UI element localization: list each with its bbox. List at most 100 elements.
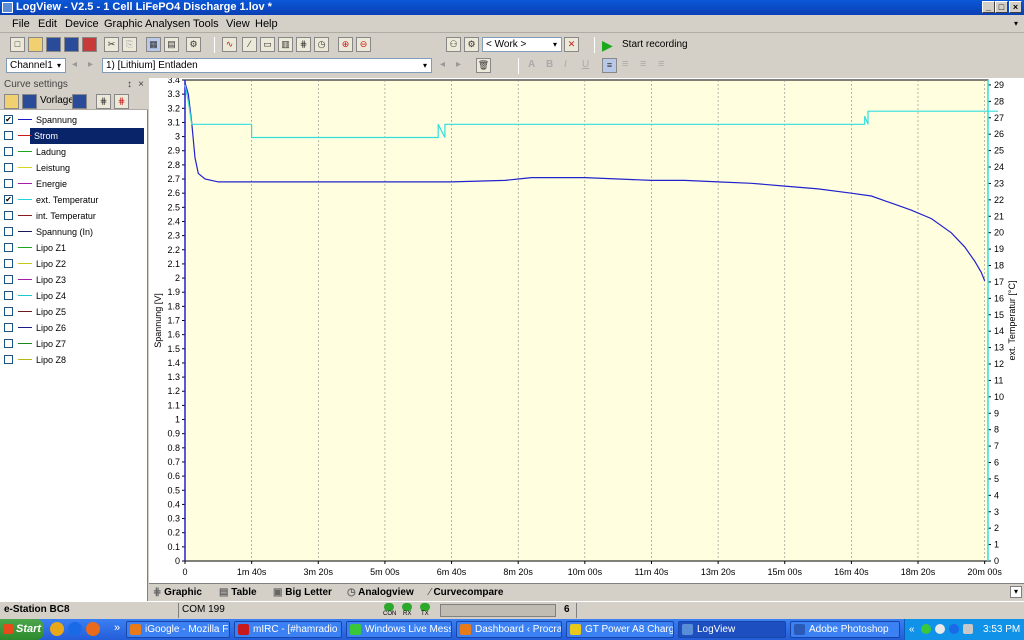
taskbar-button[interactable]: LogView [678, 621, 786, 638]
save-template-icon[interactable] [72, 94, 87, 109]
taskbar-button[interactable]: Dashboard ‹ Procra... [456, 621, 562, 638]
zoom-out-icon[interactable]: ⊖ [356, 37, 371, 52]
tray-icon[interactable] [921, 624, 931, 634]
menu-analysen[interactable]: Analysen [145, 17, 190, 31]
tab-curvecompare[interactable]: ⁄ Curvecompare [429, 585, 503, 600]
menu-edit[interactable]: Edit [38, 17, 57, 31]
start-recording-button[interactable]: ▶ Start recording [600, 37, 688, 53]
chevron-down-icon[interactable]: ▾ [54, 59, 64, 72]
curve-item[interactable]: Lipo Z3 [4, 272, 144, 288]
minimize-button[interactable]: _ [982, 1, 995, 13]
curve-checkbox[interactable] [4, 211, 13, 220]
curve-item[interactable]: Lipo Z2 [4, 256, 144, 272]
app-icon[interactable] [2, 2, 13, 13]
menu-help[interactable]: Help [255, 17, 278, 31]
curve-checkbox[interactable] [4, 163, 13, 172]
tab-table[interactable]: ▤ Table [219, 585, 257, 600]
curve-item[interactable]: Lipo Z8 [4, 352, 144, 368]
cut-icon[interactable]: ✂ [104, 37, 119, 52]
curve-item[interactable]: int. Temperatur [4, 208, 144, 224]
zoom-in-icon[interactable]: ⊕ [338, 37, 353, 52]
align-center-icon[interactable]: ≡ [622, 58, 628, 70]
settings-icon[interactable]: ⚙ [186, 37, 201, 52]
curve-checkbox[interactable] [4, 339, 13, 348]
curve-checkbox[interactable] [4, 227, 13, 236]
align-right-icon[interactable]: ≡ [640, 58, 646, 70]
curve-checkbox[interactable] [4, 179, 13, 188]
curve-item[interactable]: Lipo Z4 [4, 288, 144, 304]
work-combo[interactable]: < Work > ▾ [482, 37, 562, 52]
curve-checkbox[interactable] [4, 307, 13, 316]
curve-item[interactable]: Lipo Z5 [4, 304, 144, 320]
font-icon[interactable]: A [528, 59, 535, 70]
tray-icon[interactable] [935, 624, 945, 634]
curve-item[interactable]: Spannung (In) [4, 224, 144, 240]
curve-icon[interactable]: ∿ [222, 37, 237, 52]
curve-checkbox[interactable] [4, 291, 13, 300]
tab-analogview[interactable]: ◷ Analogview [347, 585, 414, 600]
menu-tools[interactable]: Tools [193, 17, 219, 31]
curve-item[interactable]: ✔ ext. Temperatur [4, 192, 144, 208]
menu-view[interactable]: View [226, 17, 250, 31]
next-arrow-icon[interactable]: ▸ [88, 59, 93, 70]
menu-device[interactable]: Device [65, 17, 99, 31]
tray-icon[interactable] [949, 624, 959, 634]
prev-arrow-icon[interactable]: ◂ [440, 59, 445, 70]
vorlage-label[interactable]: Vorlage [40, 95, 74, 106]
chart-view-icon[interactable]: ▦ [146, 37, 161, 52]
next-arrow-icon[interactable]: ▸ [456, 59, 461, 70]
device-settings-icon[interactable]: ⚙ [464, 37, 479, 52]
delete-icon[interactable]: 🗑 [476, 58, 491, 73]
curve-checkbox[interactable] [4, 323, 13, 332]
panel-close-icon[interactable]: × [138, 78, 144, 92]
italic-icon[interactable]: I [564, 59, 567, 70]
tab-graphic[interactable]: ⋕ Graphic [153, 585, 202, 600]
curve-checkbox[interactable] [4, 259, 13, 268]
curve-checkbox[interactable] [4, 275, 13, 284]
new-file-icon[interactable]: □ [10, 37, 25, 52]
clock-icon[interactable]: ◷ [314, 37, 329, 52]
save-icon[interactable] [22, 94, 37, 109]
curve-item[interactable]: Energie [4, 176, 144, 192]
taskbar-button[interactable]: Adobe Photoshop [790, 621, 900, 638]
close-button[interactable]: × [1009, 1, 1022, 13]
justify-icon[interactable]: ≡ [658, 58, 664, 70]
channel-combo[interactable]: Channel1 ▾ [6, 58, 66, 73]
maximize-button[interactable]: □ [995, 1, 1008, 13]
window-icon[interactable]: ▭ [260, 37, 275, 52]
curve-checkbox[interactable] [4, 355, 13, 364]
grid-icon[interactable]: ▥ [278, 37, 293, 52]
align-left-icon[interactable]: ≡ [602, 58, 617, 73]
taskbar-button[interactable]: Windows Live Mess... [346, 621, 452, 638]
menu-graphic[interactable]: Graphic [104, 17, 143, 31]
curve-item[interactable]: Leistung [4, 160, 144, 176]
menu-file[interactable]: File [12, 17, 30, 31]
curve-checkbox[interactable] [4, 131, 13, 140]
curve-checkbox[interactable] [4, 147, 13, 156]
chevron-down-icon[interactable]: ▾ [420, 59, 430, 72]
pin-icon[interactable]: ↕ [127, 78, 132, 92]
curve-item[interactable]: Lipo Z7 [4, 336, 144, 352]
curve-checkbox[interactable] [4, 243, 13, 252]
taskbar-button[interactable]: mIRC - [#hamradio ... [234, 621, 342, 638]
curve-item[interactable]: ✔ Spannung [4, 112, 144, 128]
curve-item[interactable]: Lipo Z1 [4, 240, 144, 256]
table-view-icon[interactable]: ▤ [164, 37, 179, 52]
close-file-icon[interactable] [82, 37, 97, 52]
device-disconnect-icon[interactable]: ✕ [564, 37, 579, 52]
curve-item[interactable]: Strom [4, 128, 144, 144]
chart-settings-icon[interactable]: ⋕ [296, 37, 311, 52]
device-connect-icon[interactable]: ⚇ [446, 37, 461, 52]
program-combo[interactable]: 1) [Lithium] Entladen ▾ [102, 58, 432, 73]
curve-checkbox[interactable]: ✔ [4, 115, 13, 124]
save-icon[interactable] [46, 37, 61, 52]
taskbar-button[interactable]: GT Power A8 Charger [566, 621, 674, 638]
taskbar-button[interactable]: iGoogle - Mozilla Fir... [126, 621, 230, 638]
bold-icon[interactable]: B [546, 59, 553, 70]
chevron-down-icon[interactable]: ▾ [550, 38, 560, 51]
curve-grid-icon[interactable]: ⋕ [96, 94, 111, 109]
save-as-icon[interactable] [64, 37, 79, 52]
tray-icon[interactable] [963, 624, 973, 634]
prev-arrow-icon[interactable]: ◂ [72, 59, 77, 70]
underline-icon[interactable]: U [582, 59, 589, 70]
